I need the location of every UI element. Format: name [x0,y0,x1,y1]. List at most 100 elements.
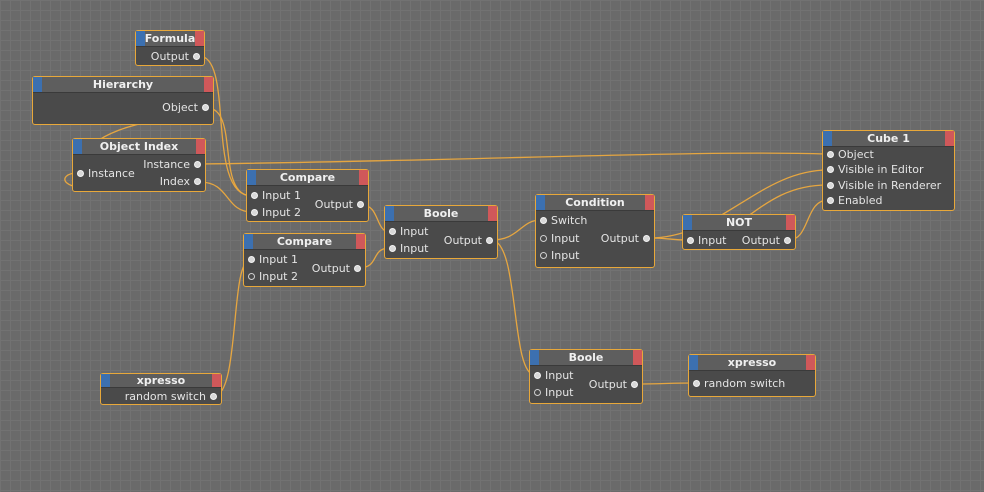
port-label: Input [545,369,574,382]
port-dot[interactable] [534,389,541,396]
node-red-tab [204,77,213,92]
object-index-node-header[interactable]: Object Index [73,139,205,155]
port-label: Input [545,386,574,399]
port-dot[interactable] [827,182,834,189]
node-title: Compare [276,235,333,248]
port-dot[interactable] [687,237,694,244]
boole-node-1-header[interactable]: Boole [385,206,497,222]
node-red-tab [945,131,954,146]
port-dot[interactable] [486,237,493,244]
node-red-tab [633,350,642,365]
port-dot[interactable] [643,235,650,242]
wire-boole1-to-condition [490,219,542,241]
port-label: Output [314,198,353,211]
xpresso-node-1-header[interactable]: xpresso [101,374,221,388]
port-dot[interactable] [193,53,200,60]
node-blue-tab [73,139,82,154]
port-dot[interactable] [202,104,209,111]
port-label: Input 1 [262,189,301,202]
port-dot[interactable] [827,166,834,173]
port-label: Output [311,262,350,275]
port-label: random switch [124,390,206,403]
object-index-node[interactable]: Object Index Instance Instance Index [72,138,206,192]
port-label: Visible in Renderer [838,179,942,192]
hierarchy-node-header[interactable]: Hierarchy [33,77,213,93]
hierarchy-node[interactable]: Hierarchy Object [32,76,214,125]
node-blue-tab [536,195,545,210]
port-dot[interactable] [248,273,255,280]
node-red-tab [359,170,368,185]
node-title: Object Index [99,140,179,153]
formula-node-header[interactable]: Formula [136,31,204,47]
port-label: Instance [143,158,190,171]
node-blue-tab [136,31,145,46]
compare-node-2-header[interactable]: Compare [244,234,365,250]
not-node-header[interactable]: NOT [683,215,795,231]
node-red-tab [195,31,204,46]
port-dot[interactable] [534,372,541,379]
port-label: Input 1 [259,253,298,266]
port-label: random switch [704,377,786,390]
cube-node[interactable]: Cube 1 Object Visible in Editor Visible … [822,130,955,211]
port-dot[interactable] [827,151,834,158]
port-dot[interactable] [251,209,258,216]
port-dot[interactable] [77,170,84,177]
port-label: Input [551,249,580,262]
xpresso-node-2[interactable]: xpresso random switch [688,354,816,397]
port-label: Input [400,225,429,238]
formula-node[interactable]: Formula Output [135,30,205,66]
boole-node-2-header[interactable]: Boole [530,350,642,366]
wire-instance-to-cube [199,152,829,165]
node-red-tab [806,355,815,370]
condition-node-header[interactable]: Condition [536,195,654,211]
boole-node-2[interactable]: Boole Input Output Input [529,349,643,404]
port-label: Output [600,232,639,245]
node-blue-tab [683,215,692,230]
port-label: Input 2 [259,270,298,283]
port-dot[interactable] [540,252,547,259]
port-label: Object [162,101,198,114]
cube-node-header[interactable]: Cube 1 [823,131,954,147]
boole-node-1[interactable]: Boole Input Output Input [384,205,498,259]
port-label: Object [838,148,874,161]
xpresso-node-1[interactable]: xpresso random switch [100,373,222,405]
compare-node-1[interactable]: Compare Input 1 Output Input 2 [246,169,369,222]
port-label: Enabled [838,194,883,207]
port-label: Input [698,234,727,247]
node-title: xpresso [727,356,777,369]
port-dot[interactable] [248,256,255,263]
port-label: Index [159,175,190,188]
port-dot[interactable] [354,265,361,272]
wire-boole2-to-xpresso2 [635,382,695,385]
node-blue-tab [247,170,256,185]
not-node[interactable]: NOT Input Output [682,214,796,250]
node-blue-tab [385,206,394,221]
node-title: NOT [725,216,753,229]
xpresso-node-2-header[interactable]: xpresso [689,355,815,371]
port-dot[interactable] [693,380,700,387]
port-dot[interactable] [540,235,547,242]
port-label: Switch [551,214,588,227]
port-dot[interactable] [357,201,364,208]
port-dot[interactable] [631,381,638,388]
node-red-tab [786,215,795,230]
port-dot[interactable] [251,192,258,199]
port-dot[interactable] [194,161,201,168]
port-label: Visible in Editor [838,163,924,176]
node-title: xpresso [136,374,186,387]
node-title: Compare [279,171,336,184]
port-dot[interactable] [389,245,396,252]
port-dot[interactable] [540,217,547,224]
port-dot[interactable] [784,237,791,244]
port-dot[interactable] [827,197,834,204]
node-blue-tab [689,355,698,370]
condition-node[interactable]: Condition Switch Input Output Input [535,194,655,268]
port-label: Output [588,378,627,391]
port-label: Input [551,232,580,245]
port-dot[interactable] [210,393,217,400]
node-blue-tab [244,234,253,249]
port-dot[interactable] [389,228,396,235]
compare-node-1-header[interactable]: Compare [247,170,368,186]
port-dot[interactable] [194,178,201,185]
compare-node-2[interactable]: Compare Input 1 Output Input 2 [243,233,366,287]
